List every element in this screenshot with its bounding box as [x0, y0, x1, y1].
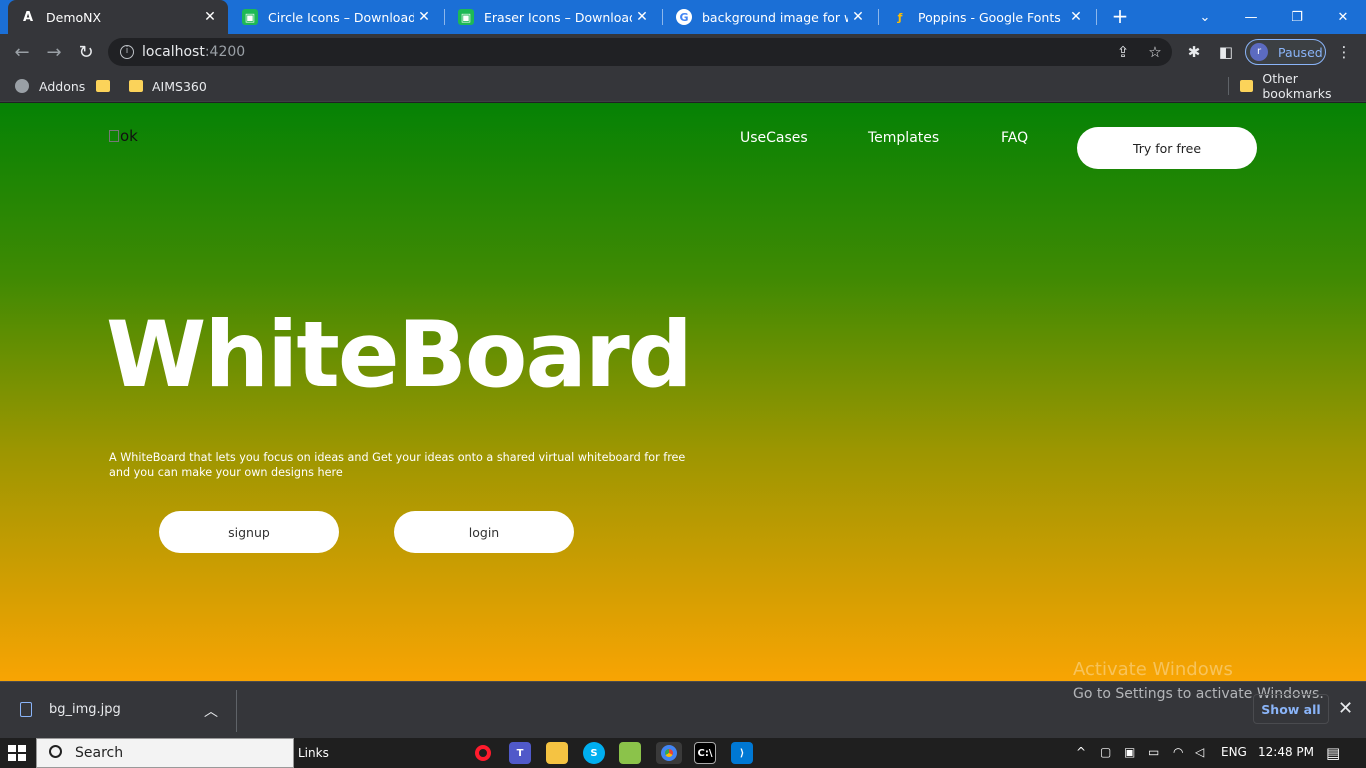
hero-title: WhiteBoard [106, 303, 693, 408]
notes-icon[interactable] [619, 742, 641, 764]
close-window-button[interactable]: ✕ [1320, 0, 1366, 34]
tab-separator [662, 9, 663, 25]
login-button[interactable]: login [394, 511, 574, 553]
chrome-icon[interactable] [656, 742, 682, 764]
search-icon [49, 745, 62, 758]
close-tab-icon[interactable]: ✕ [848, 9, 868, 25]
address-port: :4200 [204, 44, 246, 60]
terminal-icon[interactable]: C:\ [694, 742, 716, 764]
links-toolbar[interactable]: Links [298, 746, 329, 760]
angular-icon: A [22, 9, 34, 25]
nav-faq[interactable]: FAQ [1001, 130, 1028, 146]
skype-icon[interactable]: S [583, 742, 605, 764]
other-bookmarks[interactable]: Other bookmarks [1240, 71, 1366, 101]
bookmark-star-icon[interactable]: ☆ [1144, 41, 1166, 63]
bookmark-addons[interactable]: Addons [15, 76, 85, 96]
logo-image[interactable]: ok [109, 127, 138, 145]
tab-eraser-icons[interactable]: ▣ Eraser Icons – Download for F ✕ [446, 0, 660, 34]
chevron-up-icon[interactable]: ︿ [204, 701, 218, 721]
nav-usecases[interactable]: UseCases [740, 130, 808, 146]
profile-status: Paused [1278, 44, 1323, 60]
tab-separator [1096, 9, 1097, 25]
page-viewport: ok UseCases Templates FAQ Try for free W… [0, 103, 1366, 681]
bookmark-folder[interactable] [96, 76, 119, 96]
extensions-icon[interactable]: ✱ [1183, 41, 1205, 63]
site-info-icon[interactable]: i [120, 45, 134, 59]
side-panel-icon[interactable]: ◧ [1215, 41, 1237, 63]
address-host: localhost [142, 44, 205, 60]
flaticon-icon: ▣ [242, 9, 258, 25]
tab-demonx[interactable]: A DemoNX ✕ [8, 0, 228, 34]
divider [236, 690, 237, 732]
teams-icon[interactable]: T [509, 742, 531, 764]
tab-google-search[interactable]: G background image for websi ✕ [664, 0, 876, 34]
file-icon [20, 702, 32, 717]
browser-toolbar: ← → ↻ i localhost:4200 ⇪ ☆ ✱ ◧ r Paused … [0, 34, 1366, 70]
globe-icon [15, 79, 29, 93]
wifi-icon[interactable]: ◠ [1173, 745, 1183, 759]
clock[interactable]: 12:48 PM [1258, 745, 1314, 759]
close-tab-icon[interactable]: ✕ [200, 9, 220, 25]
folder-icon [1240, 80, 1254, 92]
menu-kebab-icon[interactable]: ⋮ [1333, 41, 1355, 63]
meet-now-icon[interactable]: ▢ [1100, 745, 1111, 759]
share-icon[interactable]: ⇪ [1112, 41, 1134, 63]
tab-separator [878, 9, 879, 25]
avatar: r [1250, 43, 1268, 61]
activate-windows-title: Activate Windows [1073, 659, 1233, 680]
bookmark-separator [1228, 77, 1229, 95]
close-tab-icon[interactable]: ✕ [632, 9, 652, 25]
address-bar[interactable]: i localhost:4200 [108, 38, 1172, 66]
google-fonts-icon: ƒ [897, 10, 903, 24]
tab-search-icon[interactable]: ⌄ [1182, 0, 1228, 34]
flaticon-icon: ▣ [458, 9, 474, 25]
bookmark-aims360[interactable]: AIMS360 [129, 76, 207, 96]
action-center-icon[interactable]: ▤ [1326, 744, 1340, 762]
close-tab-icon[interactable]: ✕ [1066, 9, 1086, 25]
volume-muted-icon[interactable]: ◁ [1195, 745, 1204, 759]
windows-taskbar: Search Links T S C:\ ⟩ ^ ▢ ▣ ▭ ◠ ◁ ENG 1… [0, 738, 1366, 768]
opera-icon[interactable] [472, 742, 494, 764]
new-tab-button[interactable]: + [1108, 5, 1132, 29]
notification-area-icon[interactable]: ▣ [1124, 745, 1135, 759]
forward-icon[interactable]: → [42, 40, 66, 64]
download-item[interactable]: bg_img.jpg [20, 702, 121, 717]
profile-button[interactable]: r Paused [1245, 39, 1326, 65]
vscode-icon[interactable]: ⟩ [731, 742, 753, 764]
broken-image-icon [109, 130, 119, 142]
taskbar-search[interactable]: Search [36, 738, 294, 768]
tray-overflow-icon[interactable]: ^ [1076, 745, 1086, 759]
tab-separator [444, 9, 445, 25]
folder-icon [129, 80, 143, 92]
back-icon[interactable]: ← [10, 40, 34, 64]
bookmarks-bar: Addons AIMS360 Other bookmarks [0, 70, 1366, 102]
reload-icon[interactable]: ↻ [74, 40, 98, 64]
tab-poppins[interactable]: ƒ Poppins - Google Fonts ✕ [880, 0, 1094, 34]
signup-button[interactable]: signup [159, 511, 339, 553]
tab-strip: A DemoNX ✕ ▣ Circle Icons – Download for… [0, 0, 1366, 34]
restore-button[interactable]: ❐ [1274, 0, 1320, 34]
tab-circle-icons[interactable]: ▣ Circle Icons – Download for F ✕ [230, 0, 442, 34]
minimize-button[interactable]: — [1228, 0, 1274, 34]
download-bar: bg_img.jpg ︿ Go to Settings to activate … [0, 681, 1366, 738]
battery-icon[interactable]: ▭ [1148, 745, 1159, 759]
show-all-button[interactable]: Show all [1253, 694, 1329, 724]
nav-templates[interactable]: Templates [868, 130, 939, 146]
google-icon: G [676, 9, 692, 25]
hero-description: A WhiteBoard that lets you focus on idea… [109, 451, 686, 479]
try-for-free-button[interactable]: Try for free [1077, 127, 1257, 169]
language-indicator[interactable]: ENG [1221, 745, 1247, 759]
windows-start-icon[interactable] [8, 745, 26, 761]
file-explorer-icon[interactable] [546, 742, 568, 764]
close-icon[interactable]: ✕ [1338, 698, 1353, 719]
folder-icon [96, 80, 110, 92]
close-tab-icon[interactable]: ✕ [414, 9, 434, 25]
